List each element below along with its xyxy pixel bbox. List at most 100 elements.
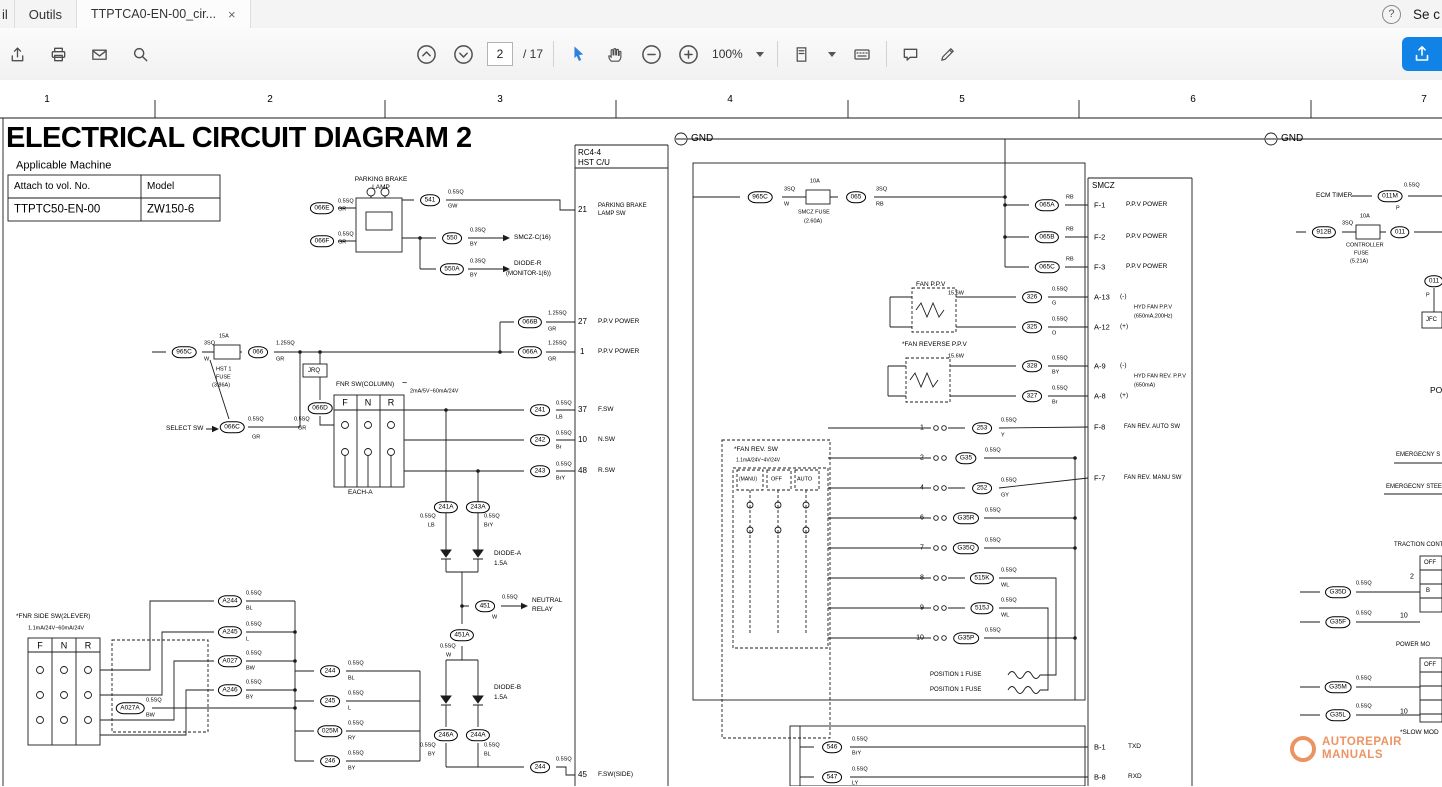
keyboard-button[interactable] [849,41,876,68]
diagram-label: 0.5SQ [338,232,354,238]
diagram-label: (3.86A) [212,383,230,389]
wire-id-pill: 546 [822,741,842,753]
diagram-label: FAN P.P.V [916,282,945,289]
wire-id-pill: 328 [1022,360,1042,372]
diagram-label: 2mA/5V~60mA/24V [410,389,458,395]
diagram-label: Br [556,445,562,451]
hand-icon [605,45,624,64]
zoom-out-button[interactable] [638,41,665,68]
diagram-label: ~ [402,379,407,388]
diagram-label: O [1052,331,1056,337]
export-button[interactable] [4,41,31,68]
diagram-label: 0.5SQ [1001,598,1017,604]
tab-bar: il Outils TTPTCA0-EN-00_cir... × ? Se c [0,0,1442,29]
next-page-button[interactable] [450,41,477,68]
wire-id-pill: 246 [320,755,340,767]
diagram-label: PARKING BRAKE [355,177,408,184]
diagram-label: 7 [920,545,924,552]
diagram-label: W [492,615,497,621]
diagram-label: 1.5A [494,561,507,568]
diagram-label: 0.5SQ [348,691,364,697]
cursor-icon [568,45,587,64]
page-fit-button[interactable] [788,41,815,68]
wire-id-pill: 965C [172,346,197,358]
diagram-label: BrY [556,476,565,482]
diagram-label: LAMP SW [598,211,626,217]
sign-in-link[interactable]: Se c [1413,7,1440,22]
diagram-label: 0.5SQ [1404,183,1420,189]
diagram-label: R [388,399,395,408]
watermark: AUTOREPAIR MANUALS [1290,736,1402,762]
diagram-label: JFC [1426,317,1437,323]
page-number-input[interactable] [487,42,513,66]
diagram-label: SELECT SW [166,426,203,433]
diagram-label: BW [146,713,155,719]
wire-id-pill: 253 [972,422,992,434]
diagram-label: WL [1001,583,1009,589]
print-button[interactable] [45,41,72,68]
wire-id-pill: 244 [530,761,550,773]
wire-id-pill: 066E [310,202,334,214]
diagram-label: LB [428,523,435,529]
diagram-label: 2 [920,455,924,462]
zoom-dropdown-button[interactable] [753,41,767,68]
minus-circle-icon [641,44,662,65]
diagram-label: HYD FAN P.P.V [1134,305,1172,311]
close-tab-icon[interactable]: × [228,7,236,22]
diagram-label: B-8 [1094,773,1106,781]
watermark-line2: MANUALS [1322,749,1402,762]
diagram-label: 0.5SQ [1052,287,1068,293]
wire-id-pill: A027A [116,702,145,714]
toolbar-separator [553,41,554,67]
wire-id-pill: 065A [1035,199,1059,211]
diagram-label: 37 [578,406,587,414]
diagram-label: P [1396,206,1400,212]
diagram-label: 3SQ [1342,221,1353,227]
tab-outils[interactable]: Outils [15,0,77,28]
select-tool-button[interactable] [564,41,591,68]
wire-id-pill: 025M [317,725,342,737]
diagram-label: 0.5SQ [1356,611,1372,617]
wire-id-pill: 243 [530,465,550,477]
email-button[interactable] [86,41,113,68]
diagram-label: N.SW [598,437,615,444]
diagram-label: EMERGECNY STEE [1386,484,1442,490]
diagram-label: 0.5SQ [484,514,500,520]
diagram-label: HYD FAN REV. P.P.V [1134,374,1186,380]
arrow-down-circle-icon [453,44,474,65]
diagram-label: 15.6W [948,354,964,360]
diagram-label: P.P.V POWER [598,349,639,356]
previous-page-button[interactable] [413,41,440,68]
diagram-label: POWER MO [1396,642,1430,648]
wire-id-pill: 515K [970,572,994,584]
diagram-label: DIODE-A [494,551,521,558]
diagram-label: 1 [920,425,924,432]
diagram-label: 0.5SQ [248,417,264,423]
diagram-label: BY [348,766,355,772]
search-button[interactable] [127,41,154,68]
diagram-label: HST 1 [216,367,232,373]
diagram-label: 0.5SQ [1001,478,1017,484]
diagram-label: POSITION 1 FUSE [930,672,981,678]
diagram-label: G [1052,301,1056,307]
plus-circle-icon [678,44,699,65]
keyboard-icon [852,44,872,64]
wire-id-pill: 244A [466,729,490,741]
tab-accueil-cut[interactable]: il [0,0,15,28]
main-toolbar: / 17 100% [0,28,1442,81]
wire-id-pill: 242 [530,434,550,446]
comment-button[interactable] [897,41,924,68]
help-icon[interactable]: ? [1382,5,1401,24]
wire-id-pill: G35P [953,632,979,644]
document-canvas[interactable]: 066E066F541550550A066B066A965C066066D066… [0,80,1442,786]
tabbar-right: ? Se c [1382,0,1442,28]
tab-document[interactable]: TTPTCA0-EN-00_cir... × [77,0,251,28]
share-panel-button[interactable] [1402,37,1442,71]
toolbar-center-group: / 17 100% [413,28,961,80]
hand-tool-button[interactable] [601,41,628,68]
diagram-label: *FAN REV. SW [734,447,778,454]
view-mode-dropdown-button[interactable] [825,41,839,68]
zoom-in-button[interactable] [675,41,702,68]
diagram-label: 1 [580,348,584,356]
highlight-button[interactable] [934,41,961,68]
